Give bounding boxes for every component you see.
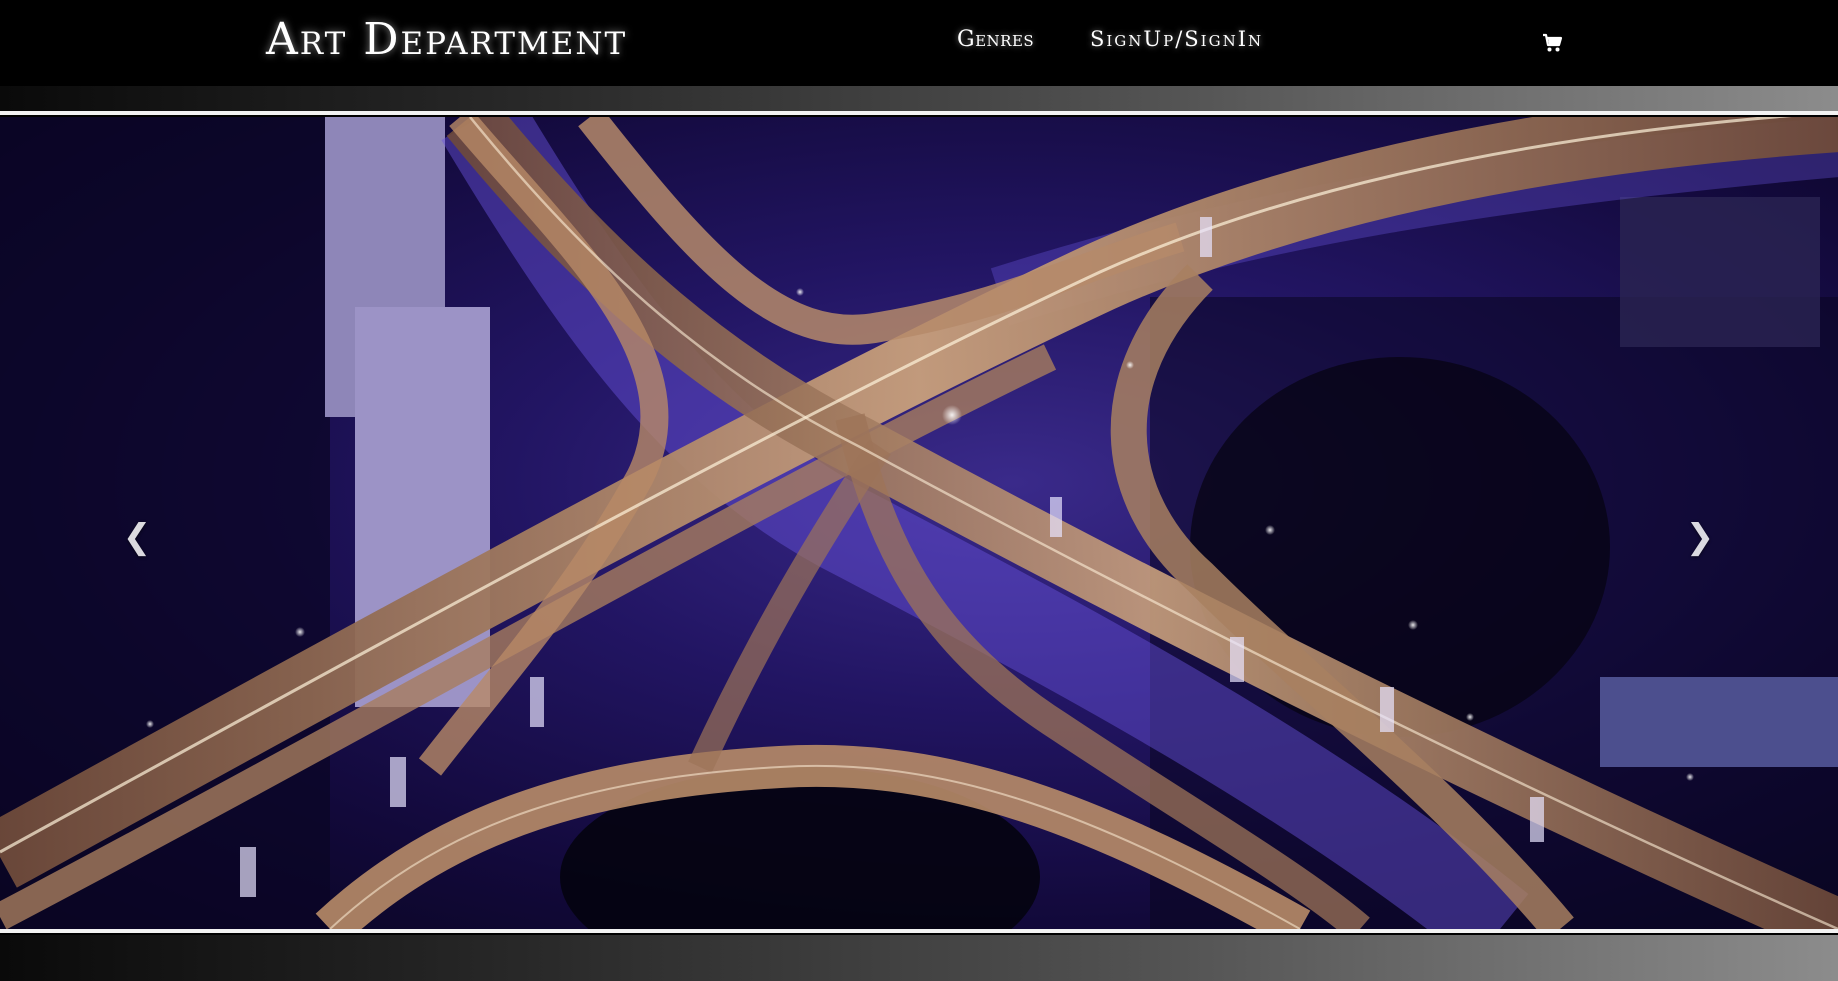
- highway-interchange-night-photo: [0, 117, 1838, 929]
- brand-title[interactable]: Art Department: [266, 14, 627, 65]
- header-divider: [0, 111, 1838, 115]
- footer-gradient-strip: [0, 935, 1838, 981]
- footer-divider: [0, 929, 1838, 933]
- nav-genres-link[interactable]: Genres: [957, 27, 1034, 52]
- carousel-prev-chevron-left-icon[interactable]: ❮: [107, 502, 167, 572]
- hero-carousel[interactable]: ❮ ❯: [0, 117, 1838, 929]
- nav-signup-signin-link[interactable]: SignUp/SignIn: [1090, 27, 1263, 51]
- shopping-cart-icon[interactable]: [1542, 33, 1564, 53]
- header-gradient-strip: [0, 86, 1838, 111]
- top-navbar: Art Department Genres SignUp/SignIn: [0, 0, 1838, 86]
- carousel-next-chevron-right-icon[interactable]: ❯: [1670, 502, 1730, 572]
